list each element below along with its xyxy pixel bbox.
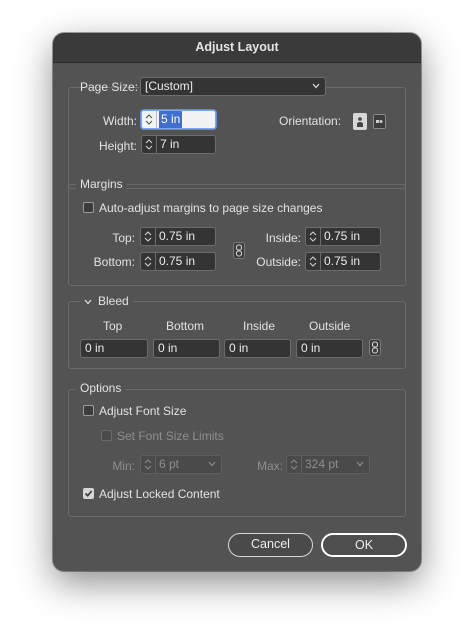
- margin-inside-field[interactable]: 0.75 in: [305, 227, 381, 246]
- chevron-down-icon: [208, 461, 216, 467]
- bleed-heading[interactable]: Bleed: [80, 294, 133, 308]
- bleed-top-field[interactable]: 0 in: [80, 339, 148, 358]
- spinner-arrows-icon[interactable]: [287, 456, 302, 473]
- bleed-outside-value: 0 in: [301, 341, 321, 355]
- options-heading: Options: [76, 381, 126, 395]
- adjust-layout-dialog: Adjust Layout Page Size: [Custom] Width:…: [53, 33, 421, 571]
- max-value: 324 pt: [305, 457, 339, 471]
- portrait-orientation-icon[interactable]: [353, 113, 367, 130]
- bleed-bottom-field[interactable]: 0 in: [153, 339, 220, 358]
- bleed-col-bottom: Bottom: [166, 319, 205, 333]
- bleed-group: [68, 301, 406, 369]
- max-select[interactable]: 324 pt: [286, 455, 370, 474]
- spinner-arrows-icon[interactable]: [141, 253, 156, 270]
- chevron-down-icon: [312, 83, 320, 89]
- chevron-down-icon: [84, 299, 92, 305]
- height-label: Height:: [98, 139, 137, 153]
- spinner-arrows-icon[interactable]: [142, 136, 157, 153]
- margin-top-value: 0.75 in: [159, 229, 196, 243]
- margin-top-field[interactable]: 0.75 in: [140, 227, 216, 246]
- margin-bottom-label: Bottom:: [93, 255, 135, 269]
- bleed-col-outside: Outside: [309, 319, 351, 333]
- adjust-font-size-label: Adjust Font Size: [99, 404, 187, 418]
- bleed-outside-field[interactable]: 0 in: [296, 339, 363, 358]
- spinner-arrows-icon[interactable]: [142, 111, 157, 128]
- bleed-inside-field[interactable]: 0 in: [224, 339, 291, 358]
- cancel-button[interactable]: Cancel: [228, 533, 313, 557]
- margin-outside-label: Outside:: [256, 255, 301, 269]
- margin-inside-label: Inside:: [265, 231, 301, 245]
- dialog-title: Adjust Layout: [53, 33, 421, 63]
- width-label: Width:: [102, 114, 137, 128]
- chain-link-icon[interactable]: [233, 242, 245, 259]
- spinner-arrows-icon[interactable]: [306, 228, 321, 245]
- min-select[interactable]: 6 pt: [140, 455, 222, 474]
- bleed-col-top: Top: [103, 319, 123, 333]
- bleed-bottom-value: 0 in: [158, 341, 178, 355]
- min-label: Min:: [112, 459, 135, 473]
- set-font-size-limits-checkbox[interactable]: [101, 430, 112, 441]
- margin-outside-value: 0.75 in: [324, 254, 361, 268]
- bleed-heading-label: Bleed: [98, 294, 129, 308]
- orientation-label: Orientation:: [279, 114, 342, 128]
- landscape-orientation-icon[interactable]: [373, 114, 386, 129]
- adjust-font-size-checkbox[interactable]: [83, 405, 94, 416]
- margin-top-label: Top:: [112, 231, 135, 245]
- page-size-select[interactable]: [Custom]: [140, 77, 326, 96]
- ok-button[interactable]: OK: [321, 533, 407, 557]
- bleed-col-inside: Inside: [243, 319, 276, 333]
- height-field[interactable]: 7 in: [141, 135, 216, 154]
- spinner-arrows-icon[interactable]: [141, 456, 156, 473]
- auto-adjust-label: Auto-adjust margins to page size changes: [99, 201, 323, 215]
- set-font-size-limits-label: Set Font Size Limits: [117, 429, 224, 443]
- spinner-arrows-icon[interactable]: [141, 228, 156, 245]
- max-label: Max:: [256, 459, 283, 473]
- margin-outside-field[interactable]: 0.75 in: [305, 252, 381, 271]
- margin-bottom-field[interactable]: 0.75 in: [140, 252, 216, 271]
- margins-heading: Margins: [76, 177, 127, 191]
- checkmark-icon: [84, 490, 93, 497]
- adjust-locked-content-label: Adjust Locked Content: [99, 487, 220, 501]
- page-size-label: Page Size:: [80, 80, 139, 94]
- auto-adjust-checkbox[interactable]: [83, 202, 94, 213]
- margin-inside-value: 0.75 in: [324, 229, 361, 243]
- spinner-arrows-icon[interactable]: [306, 253, 321, 270]
- chevron-down-icon: [356, 461, 364, 467]
- bleed-top-value: 0 in: [85, 341, 105, 355]
- height-value: 7 in: [160, 137, 180, 151]
- width-value: 5 in: [159, 111, 183, 128]
- page-size-value: [Custom]: [145, 79, 194, 93]
- page-size-group: [68, 87, 406, 189]
- margin-bottom-value: 0.75 in: [159, 254, 196, 268]
- width-field[interactable]: 5 in: [141, 110, 216, 129]
- adjust-locked-content-checkbox[interactable]: [83, 488, 94, 499]
- bleed-inside-value: 0 in: [229, 341, 249, 355]
- chain-link-icon[interactable]: [369, 339, 381, 356]
- min-value: 6 pt: [159, 457, 180, 471]
